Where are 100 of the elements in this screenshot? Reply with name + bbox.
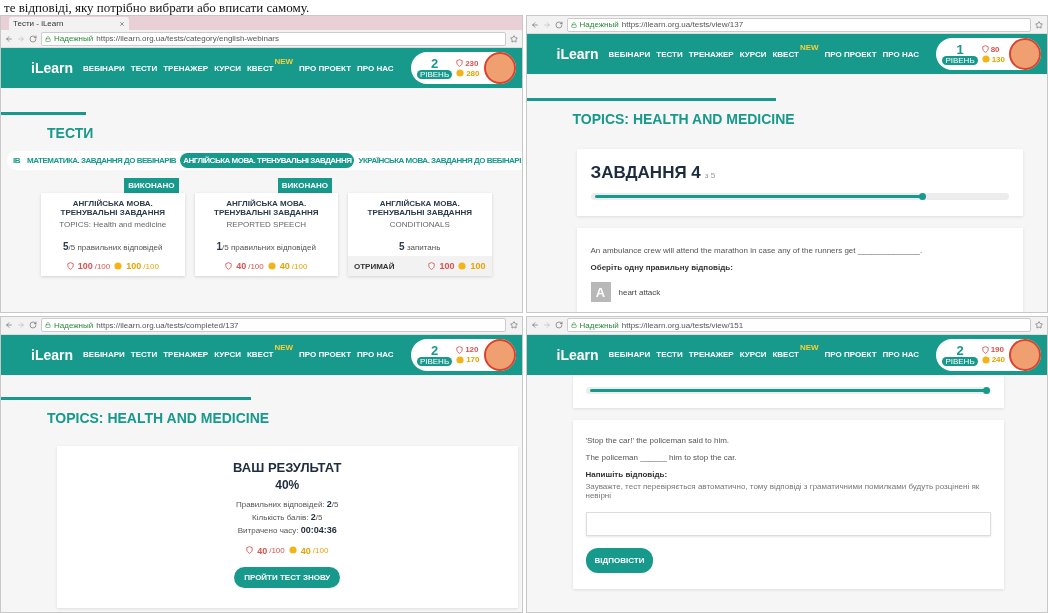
nav-link[interactable]: КУРСИ xyxy=(214,63,241,73)
avatar[interactable] xyxy=(483,52,516,84)
question-text: 'Stop the car!' the policeman said to him. xyxy=(585,435,731,445)
reload-icon[interactable] xyxy=(29,34,37,43)
user-panel[interactable]: 1 РІВЕНЬ 80 130 xyxy=(936,38,1041,70)
nav-link[interactable]: ВЕБІНАРИ xyxy=(83,63,125,73)
coin-points: 40/100 xyxy=(279,261,308,271)
star-icon[interactable] xyxy=(1035,321,1043,329)
nav-link[interactable]: ПРО НАС xyxy=(882,49,920,59)
option-text[interactable]: heart attack xyxy=(618,287,661,297)
level-number: 1 xyxy=(956,43,964,56)
reload-icon[interactable] xyxy=(554,321,563,329)
shield-icon xyxy=(66,262,74,270)
answer-button[interactable]: ВІДПОВІСТИ xyxy=(585,547,654,573)
nav-link[interactable]: КВЕСТ xyxy=(246,63,274,73)
result-title: ВАШ РЕЗУЛЬТАТ xyxy=(233,459,342,475)
new-label: NEW xyxy=(799,42,819,52)
shield-count: 80 xyxy=(990,44,1000,54)
user-panel[interactable]: 2 РІВЕНЬ 230 280 xyxy=(410,52,516,84)
avatar[interactable] xyxy=(1009,338,1041,371)
answer-count: 1/5 правильних відповідей xyxy=(216,241,316,252)
answer-field[interactable] xyxy=(585,511,991,536)
question-text: The policeman ______ him to stop the car. xyxy=(585,452,738,462)
nav-link[interactable]: ПРО НАС xyxy=(882,350,920,359)
avatar[interactable] xyxy=(483,338,516,371)
category-tab[interactable]: АНГЛІЙСЬКА МОВА. ТРЕНУВАЛЬНІ ЗАВДАННЯ xyxy=(180,153,355,168)
option-letter[interactable]: A xyxy=(590,282,611,302)
coin-count: 240 xyxy=(991,355,1005,364)
forward-icon[interactable] xyxy=(17,321,25,329)
nav-link[interactable]: ПРО НАС xyxy=(357,63,394,73)
nav-link[interactable]: КУРСИ xyxy=(739,350,767,359)
back-icon[interactable] xyxy=(5,34,13,43)
shield-icon xyxy=(428,262,436,270)
test-card[interactable]: АНГЛІЙСЬКА МОВА. ТРЕНУВАЛЬНІ ЗАВДАННЯ REPORTED SPEECH 1/5 правильних відповідей 40/100 40/100 xyxy=(194,193,338,276)
nav-link[interactable]: ТРЕНАЖЕР xyxy=(163,63,209,73)
forward-icon[interactable] xyxy=(542,321,551,329)
nav-link[interactable]: ПРО ПРОЕКТ xyxy=(824,49,877,59)
star-icon[interactable] xyxy=(1035,20,1043,29)
star-icon[interactable] xyxy=(509,34,518,43)
category-tab[interactable]: ІВ xyxy=(10,153,23,168)
nav-link[interactable]: ТЕСТИ xyxy=(656,49,683,59)
retry-button[interactable]: ПРОЙТИ ТЕСТ ЗНОВУ xyxy=(234,566,341,588)
site-logo[interactable]: iLearn xyxy=(31,60,73,76)
shield-count: 230 xyxy=(465,58,479,68)
site-logo[interactable]: iLearn xyxy=(556,46,599,62)
forward-icon[interactable] xyxy=(17,34,25,43)
nav-link[interactable]: ПРО ПРОЕКТ xyxy=(299,63,351,73)
nav-link[interactable]: ТРЕНАЖЕР xyxy=(688,49,734,59)
user-panel[interactable]: 2 РІВЕНЬ 120 170 xyxy=(410,338,516,371)
nav-link[interactable]: КВЕСТ xyxy=(772,49,799,59)
coin-points: 40/100 xyxy=(300,545,329,556)
back-icon[interactable] xyxy=(530,20,539,29)
star-icon[interactable] xyxy=(509,321,518,329)
nav-link[interactable]: КВЕСТ xyxy=(246,350,274,359)
coin-icon xyxy=(458,262,467,270)
nav-link[interactable]: КУРСИ xyxy=(739,49,767,59)
level-label: РІВЕНЬ xyxy=(416,70,453,79)
nav-link[interactable]: ПРО ПРОЕКТ xyxy=(824,350,877,359)
address-bar[interactable]: Надежный https://ilearn.org.ua/tests/view/137 xyxy=(566,17,1031,32)
coin-count: 280 xyxy=(466,68,480,78)
progress-thumb xyxy=(918,193,926,200)
shield-count: 120 xyxy=(465,345,479,354)
category-tab[interactable]: УКРАЇНСЬКА МОВА. ЗАВДАННЯ ДО ВЕБІНАРІ xyxy=(355,153,522,168)
nav-link[interactable]: ВЕБІНАРИ xyxy=(608,49,651,59)
browser-tab[interactable]: Тести - iLearn xyxy=(9,17,129,30)
user-panel[interactable]: 2 РІВЕНЬ 190 240 xyxy=(936,338,1041,371)
nav-link[interactable]: ПРО ПРОЕКТ xyxy=(299,350,351,359)
result-stat: Витрачено часу: 00:04:36 xyxy=(237,524,337,535)
nav-link[interactable]: ПРО НАС xyxy=(357,350,394,359)
nav-link[interactable]: ТЕСТИ xyxy=(656,350,683,359)
site-logo[interactable]: iLearn xyxy=(31,346,73,363)
nav-link[interactable]: КУРСИ xyxy=(214,350,241,359)
reload-icon[interactable] xyxy=(29,321,37,329)
nav-link[interactable]: ТРЕНАЖЕР xyxy=(163,350,209,359)
back-icon[interactable] xyxy=(530,321,539,329)
avatar[interactable] xyxy=(1009,38,1041,70)
get-action[interactable]: ОТРИМАЙ xyxy=(354,261,395,271)
nav-link[interactable]: ВЕБІНАРИ xyxy=(83,350,125,359)
address-bar[interactable]: Надежный https://ilearn.org.ua/tests/completed/137 xyxy=(41,318,506,332)
coin-icon xyxy=(267,262,276,270)
nav-link[interactable]: ТЕСТИ xyxy=(130,350,158,359)
test-card[interactable]: АНГЛІЙСЬКА МОВА. ТРЕНУВАЛЬНІ ЗАВДАННЯ TOPICS: Health and medicine 5/5 правильних відповідей 100/100 100/100 xyxy=(41,193,185,276)
nav-link[interactable]: ТЕСТИ xyxy=(130,63,158,73)
lock-icon xyxy=(45,35,51,42)
forward-icon[interactable] xyxy=(542,20,551,29)
card-subtitle: CONDITIONALS xyxy=(389,220,450,229)
category-tab[interactable]: МАТЕМАТИКА. ЗАВДАННЯ ДО ВЕБІНАРІВ xyxy=(24,153,180,168)
close-icon[interactable] xyxy=(119,20,125,27)
shield-icon xyxy=(456,345,464,354)
address-bar[interactable]: Надежный https://ilearn.org.ua/tests/view/151 xyxy=(566,318,1031,332)
nav-link[interactable]: КВЕСТ xyxy=(772,350,799,359)
back-icon[interactable] xyxy=(5,321,13,329)
test-card[interactable]: АНГЛІЙСЬКА МОВА. ТРЕНУВАЛЬНІ ЗАВДАННЯ CONDITIONALS 5 запитань ОТРИМАЙ 100 100 xyxy=(348,193,492,276)
site-logo[interactable]: iLearn xyxy=(556,346,599,363)
reload-icon[interactable] xyxy=(554,20,563,29)
nav-link[interactable]: ВЕБІНАРИ xyxy=(608,350,651,359)
shield-count: 190 xyxy=(990,345,1004,354)
shield-points: 40/100 xyxy=(257,545,285,556)
address-bar[interactable]: Надежный https://ilearn.org.ua/tests/category/english-webinars xyxy=(41,31,506,46)
nav-link[interactable]: ТРЕНАЖЕР xyxy=(688,350,734,359)
